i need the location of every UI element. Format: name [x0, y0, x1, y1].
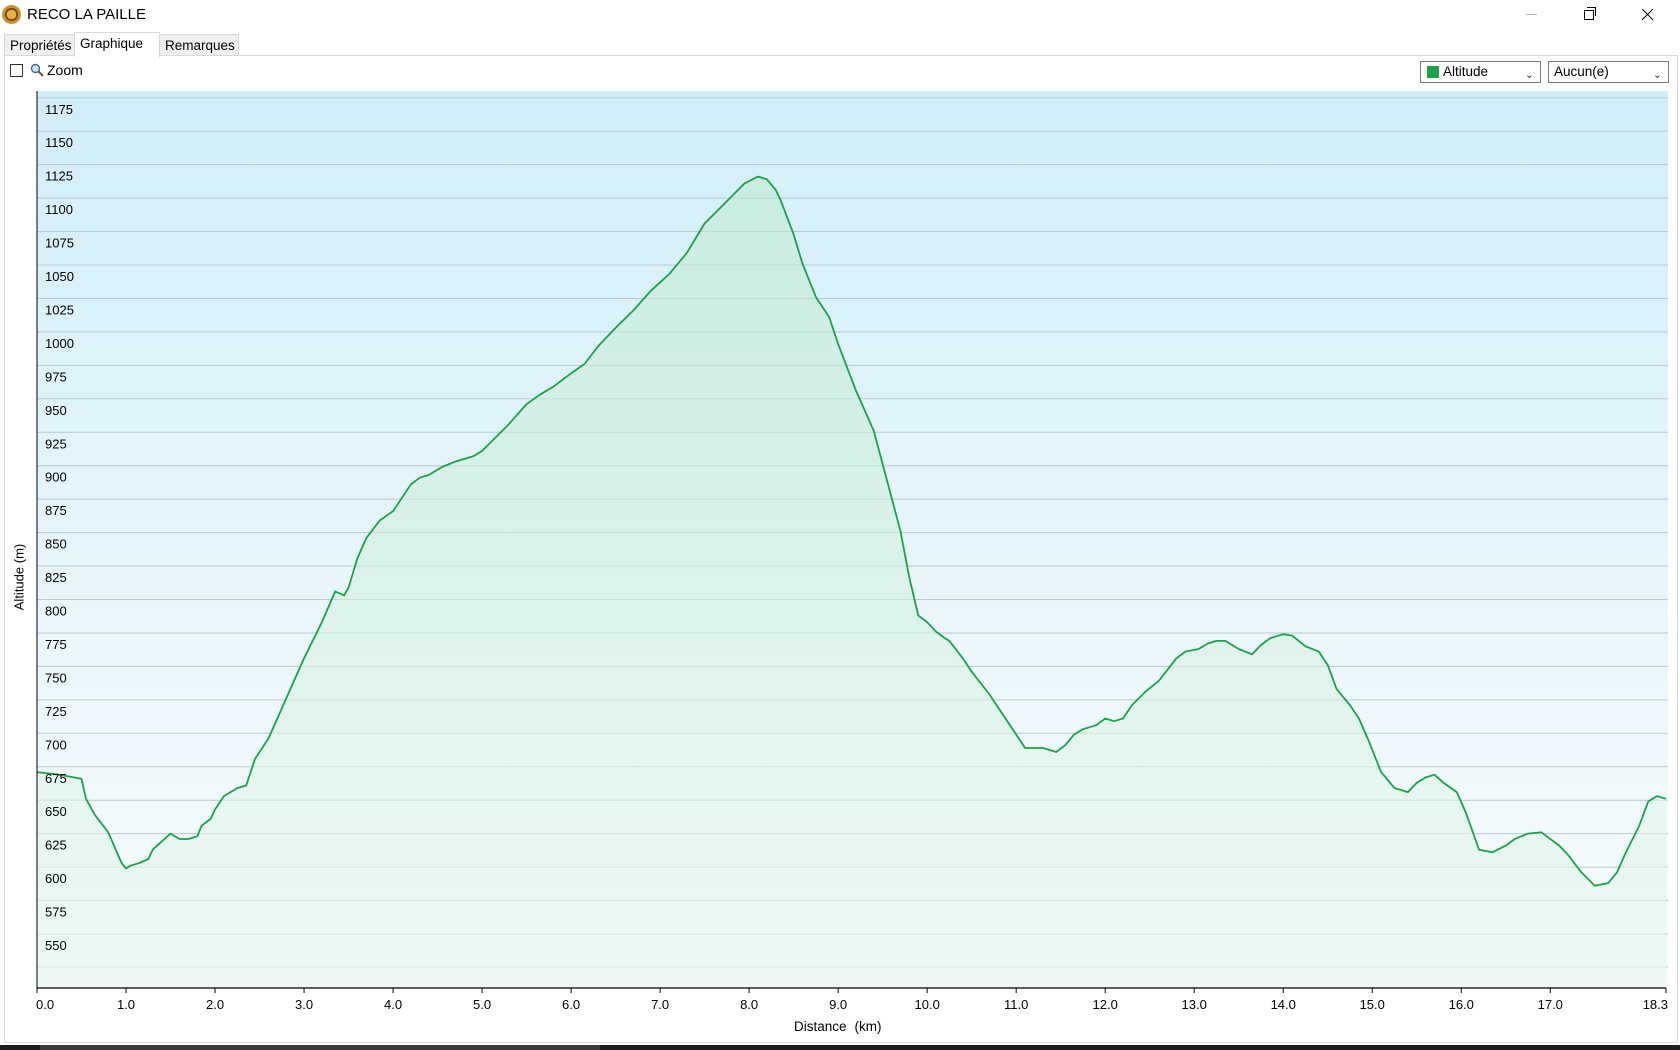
- y-tick-label: 750: [45, 670, 67, 685]
- y-tick-label: 825: [45, 570, 67, 585]
- y-tick-label: 900: [45, 470, 67, 485]
- y-tick-label: 800: [45, 604, 67, 619]
- x-tick-label: 7.0: [651, 997, 669, 1012]
- x-tick-label: 1.0: [117, 997, 135, 1012]
- altitude-chart[interactable]: 550 575 600 625 650 675 700 725 750 775 800 825 850 8…: [0, 0, 1680, 1045]
- x-tick-label: 3.0: [295, 997, 313, 1012]
- y-tick-label: 875: [45, 503, 67, 518]
- y-axis-title: Altitude (m): [11, 543, 27, 611]
- taskbar-strip: [0, 1045, 1680, 1050]
- x-tick-label: 10.0: [915, 997, 940, 1012]
- y-tick-label: 1075: [45, 236, 74, 251]
- y-tick-label: 700: [45, 737, 67, 752]
- x-axis-title: Distance (km): [794, 1019, 882, 1034]
- y-tick-label: 1000: [45, 336, 74, 351]
- x-tick-label: 13.0: [1182, 997, 1207, 1012]
- x-tick-label: 11.0: [1004, 997, 1028, 1012]
- x-tick-label: 0.0: [36, 997, 54, 1012]
- x-tick-label: 16.0: [1449, 997, 1474, 1012]
- x-tick-label: 4.0: [384, 997, 402, 1012]
- y-tick-label: 1100: [45, 202, 73, 217]
- x-axis-unit: (km): [854, 1019, 882, 1034]
- x-tick-label: 15.0: [1360, 997, 1385, 1012]
- y-tick-label: 1050: [45, 269, 74, 284]
- x-axis-label: Distance: [794, 1019, 847, 1034]
- x-tick-label: 5.0: [473, 997, 491, 1012]
- y-tick-label: 625: [45, 838, 67, 853]
- x-tick-labels: 0.0 1.0 2.0 3.0 4.0 5.0 6.0 7.0 8.0 9.0 10.0 11.0 12…: [36, 997, 1668, 1012]
- y-tick-label: 675: [45, 771, 67, 786]
- x-tick-label: 9.0: [829, 997, 847, 1012]
- y-tick-label: 950: [45, 403, 67, 418]
- y-tick-label: 650: [45, 804, 67, 819]
- y-tick-label: 550: [45, 938, 67, 953]
- y-tick-label: 575: [45, 905, 67, 920]
- y-tick-label: 1150: [45, 135, 73, 150]
- y-tick-label: 725: [45, 704, 67, 719]
- x-tick-label: 14.0: [1271, 997, 1296, 1012]
- x-tick-label: 18.3: [1643, 997, 1668, 1012]
- y-tick-label: 925: [45, 436, 67, 451]
- x-tick-label: 6.0: [562, 997, 580, 1012]
- x-tick-label: 2.0: [206, 997, 224, 1012]
- x-tick-label: 8.0: [740, 997, 758, 1012]
- y-tick-label: 1125: [45, 169, 73, 184]
- x-tick-label: 17.0: [1538, 997, 1563, 1012]
- y-tick-label: 1025: [45, 302, 74, 317]
- y-tick-label: 775: [45, 637, 67, 652]
- y-tick-label: 975: [45, 369, 67, 384]
- tab-graphique[interactable]: Graphique: [74, 32, 160, 57]
- y-tick-label: 850: [45, 537, 67, 552]
- y-tick-label: 600: [45, 871, 67, 886]
- x-tick-label: 12.0: [1093, 997, 1118, 1012]
- y-tick-label: 1175: [45, 102, 73, 117]
